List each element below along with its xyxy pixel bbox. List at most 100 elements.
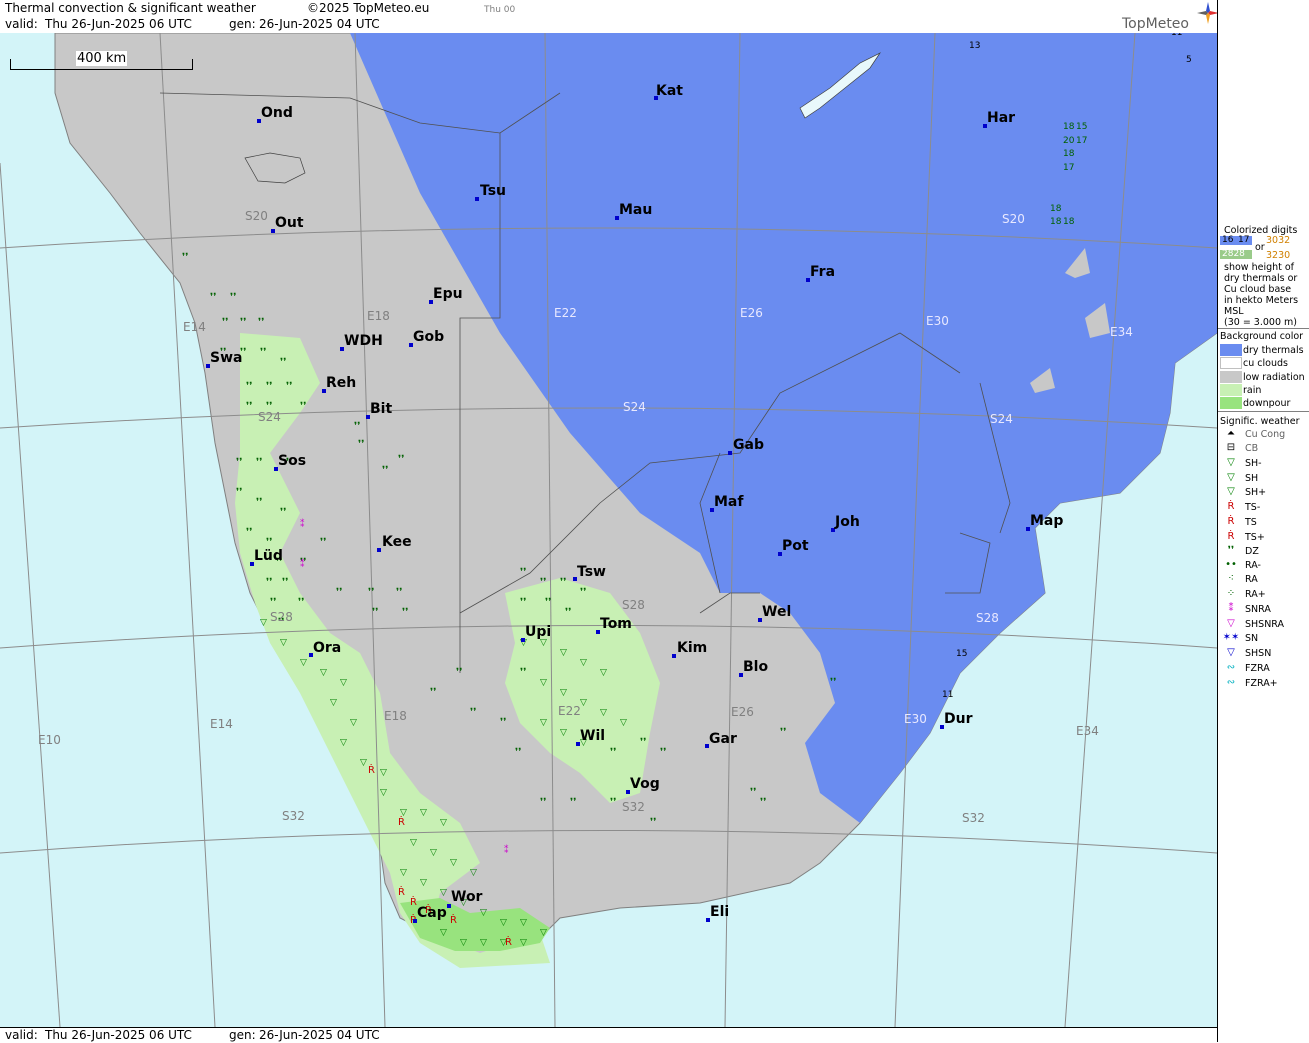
city-marker[interactable] (377, 548, 381, 552)
city-label[interactable]: Tsw (577, 564, 606, 580)
svg-text:❜❜: ❜❜ (266, 577, 272, 588)
legend-divider (1218, 328, 1309, 329)
cb-icon: ⊟ (1226, 442, 1236, 453)
svg-text:❜❜: ❜❜ (286, 381, 292, 392)
city-label[interactable]: Eli (710, 904, 729, 920)
city-label[interactable]: WDH (344, 333, 383, 349)
grid-label: S32 (962, 811, 985, 825)
city-label[interactable]: Gar (709, 731, 737, 747)
legend-sig-label: TS+ (1245, 532, 1265, 543)
svg-text:❜❜: ❜❜ (358, 439, 364, 450)
svg-text:▽: ▽ (360, 758, 367, 768)
thermal-height-digit: 18 (1063, 149, 1075, 159)
city-label[interactable]: Bit (370, 401, 392, 417)
city-label[interactable]: Out (275, 215, 304, 231)
svg-text:❜❜: ❜❜ (236, 487, 242, 498)
city-label[interactable]: Pot (782, 538, 809, 554)
freezing-rain-icon: ∾ (1226, 662, 1236, 673)
city-label[interactable]: Wor (451, 889, 482, 905)
svg-text:▽: ▽ (440, 888, 447, 898)
city-label[interactable]: Map (1030, 513, 1063, 529)
thermal-height-digit: 18 (1050, 204, 1062, 214)
grid-label: S20 (245, 209, 268, 223)
city-label[interactable]: Fra (810, 264, 835, 280)
footer-gen-label: gen: (229, 1028, 256, 1042)
thermal-height-digit: 18 (1063, 122, 1075, 132)
legend-sig-label: FZRA+ (1245, 678, 1278, 689)
city-label[interactable]: Maf (714, 494, 743, 510)
legend-sig-title: Signific. weather (1220, 416, 1300, 427)
legend-sig-label: SH (1245, 473, 1259, 484)
city-label[interactable]: Reh (326, 375, 356, 391)
svg-text:❜❜: ❜❜ (246, 527, 252, 538)
city-label[interactable]: Mau (619, 202, 652, 218)
city-label[interactable]: Ora (313, 640, 341, 656)
svg-text:⁑: ⁑ (300, 558, 305, 570)
svg-text:Ṙ: Ṙ (450, 913, 457, 926)
legend-sig-label: RA+ (1245, 589, 1266, 600)
legend-panel: Colorized digits 16 17 or 3032 2828 3230… (1217, 0, 1309, 1042)
city-label[interactable]: Dur (944, 711, 973, 727)
thermal-height-digit: 15 (956, 649, 968, 659)
compass-star-icon (1197, 2, 1219, 24)
city-label[interactable]: Ond (261, 105, 293, 121)
city-label[interactable]: Wil (580, 728, 605, 744)
city-label[interactable]: Kim (677, 640, 707, 656)
svg-text:❜❜: ❜❜ (830, 677, 836, 688)
city-label[interactable]: Lüd (254, 548, 283, 564)
thermal-height-digit: 17 (1076, 136, 1088, 146)
footer-valid-time: Thu 26-Jun-2025 06 UTC (45, 1028, 192, 1042)
city-label[interactable]: Kat (656, 83, 683, 99)
svg-text:❜❜: ❜❜ (182, 252, 188, 263)
city-marker[interactable] (475, 197, 479, 201)
svg-text:❜❜: ❜❜ (750, 787, 756, 798)
city-label[interactable]: Gab (733, 437, 764, 453)
city-label[interactable]: Sos (278, 453, 306, 469)
city-marker[interactable] (672, 654, 676, 658)
city-label[interactable]: Wel (762, 604, 791, 620)
city-label[interactable]: Joh (835, 514, 860, 530)
svg-text:❜❜: ❜❜ (398, 454, 404, 465)
grid-label: S24 (990, 412, 1013, 426)
svg-text:❜❜: ❜❜ (256, 457, 262, 468)
svg-text:▽: ▽ (440, 928, 447, 938)
legend-sample: 3032 (1266, 235, 1291, 246)
city-label[interactable]: Gob (413, 329, 444, 345)
city-label[interactable]: Tsu (480, 183, 506, 199)
svg-text:▽: ▽ (460, 938, 467, 948)
city-label[interactable]: Tom (600, 616, 632, 632)
topmeteo-logo[interactable]: TopMeteo (1122, 16, 1189, 32)
legend-sig-label: SHSNRA (1245, 619, 1285, 630)
grid-label: E30 (904, 712, 927, 726)
city-label[interactable]: Kee (382, 534, 412, 550)
legend-bg-label: rain (1243, 385, 1262, 396)
legend-sig-label: RA (1245, 574, 1258, 585)
svg-text:▽: ▽ (540, 718, 547, 728)
svg-text:❜❜: ❜❜ (336, 587, 342, 598)
legend-sig-label: RA- (1245, 560, 1261, 571)
svg-text:❜❜: ❜❜ (368, 587, 374, 598)
map-canvas: ❜❜ ❜❜ ❜❜ ❜❜ ❜❜ ❜❜ ❜❜ ❜❜ ❜❜ ❜❜ ❜❜ ❜❜ ❜❜ ❜❜ ❜❜ ❜❜ ❜❜ ❜… (0, 33, 1217, 1027)
svg-text:❜❜: ❜❜ (246, 401, 252, 412)
svg-text:❜❜: ❜❜ (520, 567, 526, 578)
svg-text:❜❜: ❜❜ (280, 357, 286, 368)
city-label[interactable]: Blo (743, 659, 768, 675)
svg-text:Ṙ: Ṙ (368, 763, 375, 776)
svg-text:❜❜: ❜❜ (280, 507, 286, 518)
grid-label: E18 (367, 309, 390, 323)
shower-icon: ▽ (1227, 472, 1235, 483)
city-marker[interactable] (728, 451, 732, 455)
grid-label: E34 (1110, 325, 1133, 339)
svg-text:❜❜: ❜❜ (402, 607, 408, 618)
city-label[interactable]: Epu (433, 286, 463, 302)
city-label[interactable]: Upi (525, 624, 551, 640)
city-label[interactable]: Har (987, 110, 1015, 126)
svg-text:▽: ▽ (540, 678, 547, 688)
svg-text:❜❜: ❜❜ (300, 401, 306, 412)
legend-desc-line: dry thermals or (1224, 273, 1298, 284)
city-label[interactable]: Vog (630, 776, 660, 792)
weather-map[interactable]: ❜❜ ❜❜ ❜❜ ❜❜ ❜❜ ❜❜ ❜❜ ❜❜ ❜❜ ❜❜ ❜❜ ❜❜ ❜❜ ❜❜ ❜❜ ❜❜ ❜❜ ❜… (0, 33, 1217, 1027)
city-label[interactable]: Swa (210, 350, 242, 366)
city-label[interactable]: Cap (417, 905, 447, 921)
time-tab[interactable]: Thu 00 (484, 3, 515, 17)
